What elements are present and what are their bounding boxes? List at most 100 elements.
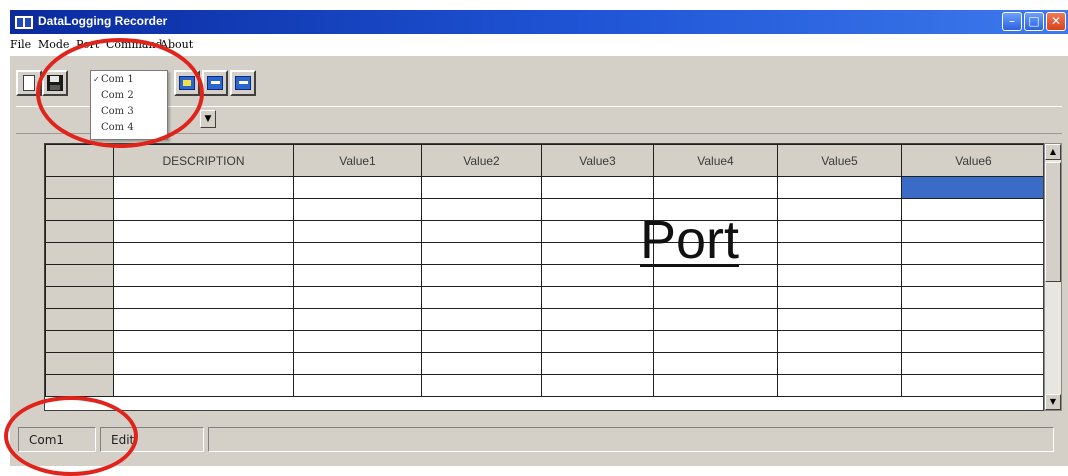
grid-cell-value6[interactable] — [901, 176, 1043, 199]
grid-cell-value5[interactable] — [777, 286, 902, 309]
grid-cell-value6[interactable] — [901, 308, 1043, 331]
grid-cell-description[interactable] — [113, 352, 294, 375]
combo-dropdown-button[interactable]: ▼ — [200, 110, 216, 128]
column-header-value2[interactable]: Value2 — [421, 144, 542, 177]
grid-cell-value2[interactable] — [421, 176, 542, 199]
column-header-value4[interactable]: Value4 — [653, 144, 778, 177]
grid-cell-description[interactable] — [113, 176, 294, 199]
grid-cell-description[interactable] — [113, 264, 294, 287]
grid-cell-value3[interactable] — [541, 220, 654, 243]
minimize-button[interactable]: – — [1002, 12, 1022, 31]
grid-cell-value1[interactable] — [293, 198, 422, 221]
grid-cell-value2[interactable] — [421, 264, 542, 287]
grid-cell-value5[interactable] — [777, 374, 902, 397]
grid-cell-value2[interactable] — [421, 374, 542, 397]
column-header-description[interactable]: DESCRIPTION — [113, 144, 294, 177]
menu-mode[interactable]: Mode — [38, 38, 69, 51]
row-header[interactable] — [45, 176, 114, 199]
table-row — [45, 374, 1043, 397]
grid-cell-value1[interactable] — [293, 242, 422, 265]
grid-cell-value2[interactable] — [421, 198, 542, 221]
grid-cell-value3[interactable] — [541, 352, 654, 375]
grid-cell-description[interactable] — [113, 330, 294, 353]
grid-cell-value6[interactable] — [901, 242, 1043, 265]
transfer-button[interactable] — [202, 70, 228, 96]
row-header[interactable] — [45, 330, 114, 353]
grid-cell-value1[interactable] — [293, 176, 422, 199]
grid-cell-value6[interactable] — [901, 330, 1043, 353]
row-header[interactable] — [45, 242, 114, 265]
grid-cell-value3[interactable] — [541, 330, 654, 353]
grid-cell-value3[interactable] — [541, 242, 654, 265]
grid-cell-value5[interactable] — [777, 308, 902, 331]
grid-cell-value1[interactable] — [293, 264, 422, 287]
scroll-thumb[interactable] — [1045, 162, 1061, 282]
grid-cell-value5[interactable] — [777, 198, 902, 221]
row-header[interactable] — [45, 352, 114, 375]
row-header[interactable] — [45, 286, 114, 309]
grid-cell-value6[interactable] — [901, 264, 1043, 287]
grid-cell-value3[interactable] — [541, 308, 654, 331]
row-header[interactable] — [45, 308, 114, 331]
grid-cell-value2[interactable] — [421, 242, 542, 265]
grid-cell-value5[interactable] — [777, 330, 902, 353]
column-header-value6[interactable]: Value6 — [901, 144, 1043, 177]
row-header[interactable] — [45, 264, 114, 287]
grid-cell-value6[interactable] — [901, 286, 1043, 309]
grid-cell-value5[interactable] — [777, 242, 902, 265]
grid-cell-value5[interactable] — [777, 352, 902, 375]
grid-cell-value6[interactable] — [901, 220, 1043, 243]
grid-cell-description[interactable] — [113, 286, 294, 309]
grid-cell-value1[interactable] — [293, 330, 422, 353]
grid-cell-value4[interactable] — [653, 374, 778, 397]
grid-cell-value2[interactable] — [421, 220, 542, 243]
grid-cell-value3[interactable] — [541, 286, 654, 309]
grid-cell-value5[interactable] — [777, 220, 902, 243]
grid-cell-value3[interactable] — [541, 198, 654, 221]
grid-cell-value3[interactable] — [541, 176, 654, 199]
grid-cell-value6[interactable] — [901, 352, 1043, 375]
grid-cell-value5[interactable] — [777, 264, 902, 287]
grid-cell-value4[interactable] — [653, 330, 778, 353]
status-info — [208, 427, 1054, 452]
grid-cell-description[interactable] — [113, 198, 294, 221]
grid-cell-value1[interactable] — [293, 220, 422, 243]
maximize-button[interactable]: □ — [1024, 12, 1044, 31]
grid-cell-description[interactable] — [113, 374, 294, 397]
data-grid[interactable]: DESCRIPTION Value1 Value2 Value3 Value4 … — [44, 143, 1044, 411]
grid-cell-value2[interactable] — [421, 330, 542, 353]
row-header[interactable] — [45, 220, 114, 243]
scroll-up-button[interactable]: ▲ — [1045, 144, 1061, 160]
grid-cell-value3[interactable] — [541, 264, 654, 287]
column-header-value3[interactable]: Value3 — [541, 144, 654, 177]
close-button[interactable]: ✕ — [1046, 12, 1066, 31]
grid-cell-value1[interactable] — [293, 286, 422, 309]
grid-cell-value1[interactable] — [293, 352, 422, 375]
grid-cell-value4[interactable] — [653, 308, 778, 331]
row-header[interactable] — [45, 374, 114, 397]
row-header[interactable] — [45, 198, 114, 221]
grid-cell-value2[interactable] — [421, 286, 542, 309]
grid-cell-description[interactable] — [113, 220, 294, 243]
grid-cell-value5[interactable] — [777, 176, 902, 199]
column-header-value1[interactable]: Value1 — [293, 144, 422, 177]
grid-cell-value2[interactable] — [421, 308, 542, 331]
grid-cell-value1[interactable] — [293, 374, 422, 397]
grid-cell-description[interactable] — [113, 242, 294, 265]
grid-cell-value4[interactable] — [653, 352, 778, 375]
grid-cell-value4[interactable] — [653, 286, 778, 309]
grid-cell-description[interactable] — [113, 308, 294, 331]
grid-cell-value2[interactable] — [421, 352, 542, 375]
grid-cell-value1[interactable] — [293, 308, 422, 331]
column-header-value5[interactable]: Value5 — [777, 144, 902, 177]
export-icon — [235, 76, 251, 90]
grid-cell-value6[interactable] — [901, 198, 1043, 221]
grid-cell-value3[interactable] — [541, 374, 654, 397]
grid-cell-value4[interactable] — [653, 176, 778, 199]
scroll-down-button[interactable]: ▼ — [1045, 394, 1061, 410]
title-bar[interactable]: DataLogging Recorder – □ ✕ — [10, 10, 1068, 34]
menu-file[interactable]: File — [10, 38, 31, 51]
grid-cell-value6[interactable] — [901, 374, 1043, 397]
export-button[interactable] — [230, 70, 256, 96]
grid-vertical-scrollbar[interactable]: ▲ ▼ — [1044, 143, 1062, 411]
